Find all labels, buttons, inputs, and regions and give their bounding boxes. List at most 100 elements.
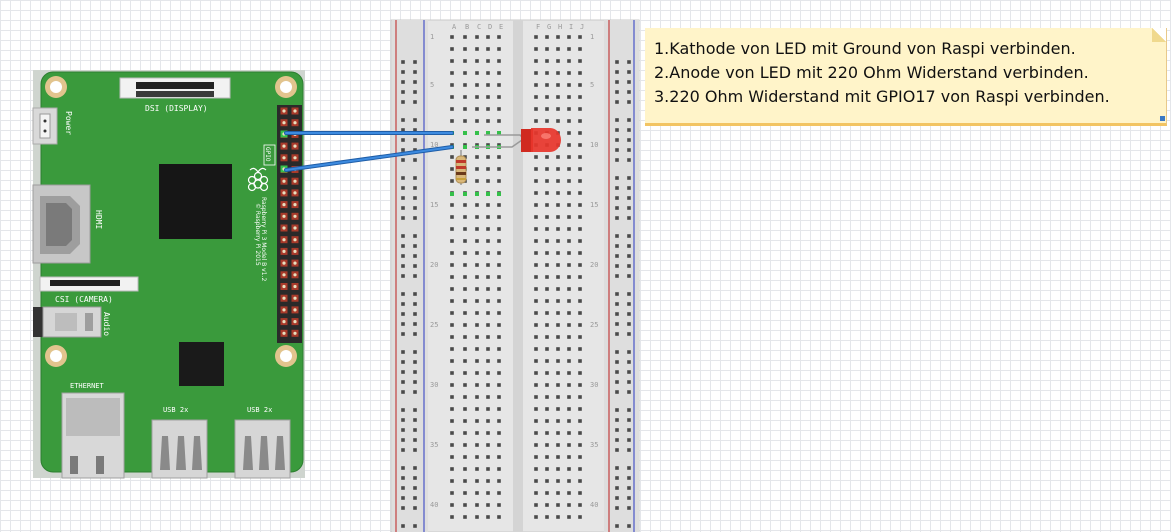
breadboard-hole	[463, 299, 467, 303]
rail-hole	[627, 148, 631, 152]
rail-hole	[627, 70, 631, 74]
breadboard-hole	[567, 143, 571, 147]
rail-hole	[401, 496, 405, 500]
rail-hole	[627, 274, 631, 278]
instruction-step-1: 1.Kathode von LED mit Ground von Raspi v…	[654, 39, 1076, 58]
gpio-pin-center	[293, 203, 297, 207]
breadboard-hole	[545, 443, 549, 447]
breadboard-hole	[475, 395, 479, 399]
rail-hole	[627, 176, 631, 180]
breadboard-hole	[486, 59, 490, 63]
breadboard-hole	[534, 515, 538, 519]
gpio-label: GPIO	[264, 147, 271, 162]
power-label: Power	[64, 111, 73, 135]
gpio-pin-center	[293, 296, 297, 300]
rail-hole	[401, 254, 405, 258]
gpio-pin-center	[282, 156, 286, 160]
rail-hole	[401, 264, 405, 268]
breadboard-hole	[497, 119, 501, 123]
breadboard-hole	[475, 299, 479, 303]
rail-hole	[615, 448, 619, 452]
breadboard-hole	[486, 479, 490, 483]
csi-label: CSI (CAMERA)	[55, 295, 113, 304]
rail-hole	[401, 322, 405, 326]
breadboard-hole	[567, 299, 571, 303]
breadboard-hole	[556, 47, 560, 51]
rail-hole	[413, 448, 417, 452]
rail-hole	[401, 118, 405, 122]
gpio-pin-center	[282, 121, 286, 125]
breadboard-hole	[450, 71, 454, 75]
rail-hole	[627, 408, 631, 412]
breadboard-hole	[450, 491, 454, 495]
rail-hole	[401, 448, 405, 452]
rail-hole	[615, 100, 619, 104]
gpio-pin-center	[293, 191, 297, 195]
breadboard-hole	[545, 107, 549, 111]
breadboard-hole	[545, 59, 549, 63]
connected-hole	[497, 192, 501, 196]
breadboard-hole	[567, 467, 571, 471]
breadboard-hole	[556, 347, 560, 351]
rail-hole	[401, 476, 405, 480]
rail-hole	[401, 506, 405, 510]
breadboard-hole	[567, 59, 571, 63]
rail-hole	[401, 148, 405, 152]
gpio-pin-center	[282, 191, 286, 195]
breadboard-hole	[567, 407, 571, 411]
rail-hole	[627, 438, 631, 442]
breadboard-hole	[578, 347, 582, 351]
rail-hole	[627, 100, 631, 104]
breadboard-hole	[497, 311, 501, 315]
gpio-pin-center	[282, 273, 286, 277]
breadboard-hole	[463, 335, 467, 339]
breadboard-hole	[578, 263, 582, 267]
breadboard-hole	[556, 263, 560, 267]
breadboard-hole	[567, 347, 571, 351]
rail-hole	[401, 90, 405, 94]
rail-hole	[615, 350, 619, 354]
breadboard-hole	[534, 227, 538, 231]
breadboard-hole	[534, 107, 538, 111]
breadboard-hole	[578, 407, 582, 411]
gpio-pin-center	[293, 179, 297, 183]
rail-hole	[615, 370, 619, 374]
rail-hole	[627, 80, 631, 84]
breadboard-hole	[497, 71, 501, 75]
rail-hole	[401, 360, 405, 364]
breadboard-hole	[497, 275, 501, 279]
breadboard-hole	[534, 263, 538, 267]
breadboard-hole	[497, 59, 501, 63]
breadboard-hole	[475, 203, 479, 207]
rail-hole	[615, 128, 619, 132]
usb-label: USB 2x	[247, 406, 272, 414]
note-resize-handle[interactable]	[1160, 116, 1165, 121]
breadboard-hole	[450, 371, 454, 375]
breadboard-hole	[545, 263, 549, 267]
breadboard-hole	[497, 419, 501, 423]
breadboard-hole	[486, 71, 490, 75]
gpio-pin-center	[282, 331, 286, 335]
gpio-pin-center	[293, 226, 297, 230]
gpio-pin-center	[282, 308, 286, 312]
breadboard-hole	[497, 251, 501, 255]
breadboard-hole	[545, 179, 549, 183]
breadboard-hole	[567, 287, 571, 291]
breadboard-hole	[450, 119, 454, 123]
breadboard-hole	[463, 467, 467, 471]
breadboard-hole	[534, 191, 538, 195]
breadboard-hole	[475, 227, 479, 231]
power-connector	[32, 107, 58, 145]
rail-hole	[413, 312, 417, 316]
breadboard-hole	[545, 227, 549, 231]
breadboard-hole	[578, 431, 582, 435]
breadboard-hole	[578, 311, 582, 315]
breadboard-hole	[545, 215, 549, 219]
breadboard-hole	[545, 503, 549, 507]
breadboard-hole	[545, 275, 549, 279]
gpio-pin-center	[282, 249, 286, 253]
breadboard-hole	[567, 275, 571, 279]
breadboard-hole	[475, 467, 479, 471]
connected-hole	[475, 192, 479, 196]
rail-hole	[627, 418, 631, 422]
